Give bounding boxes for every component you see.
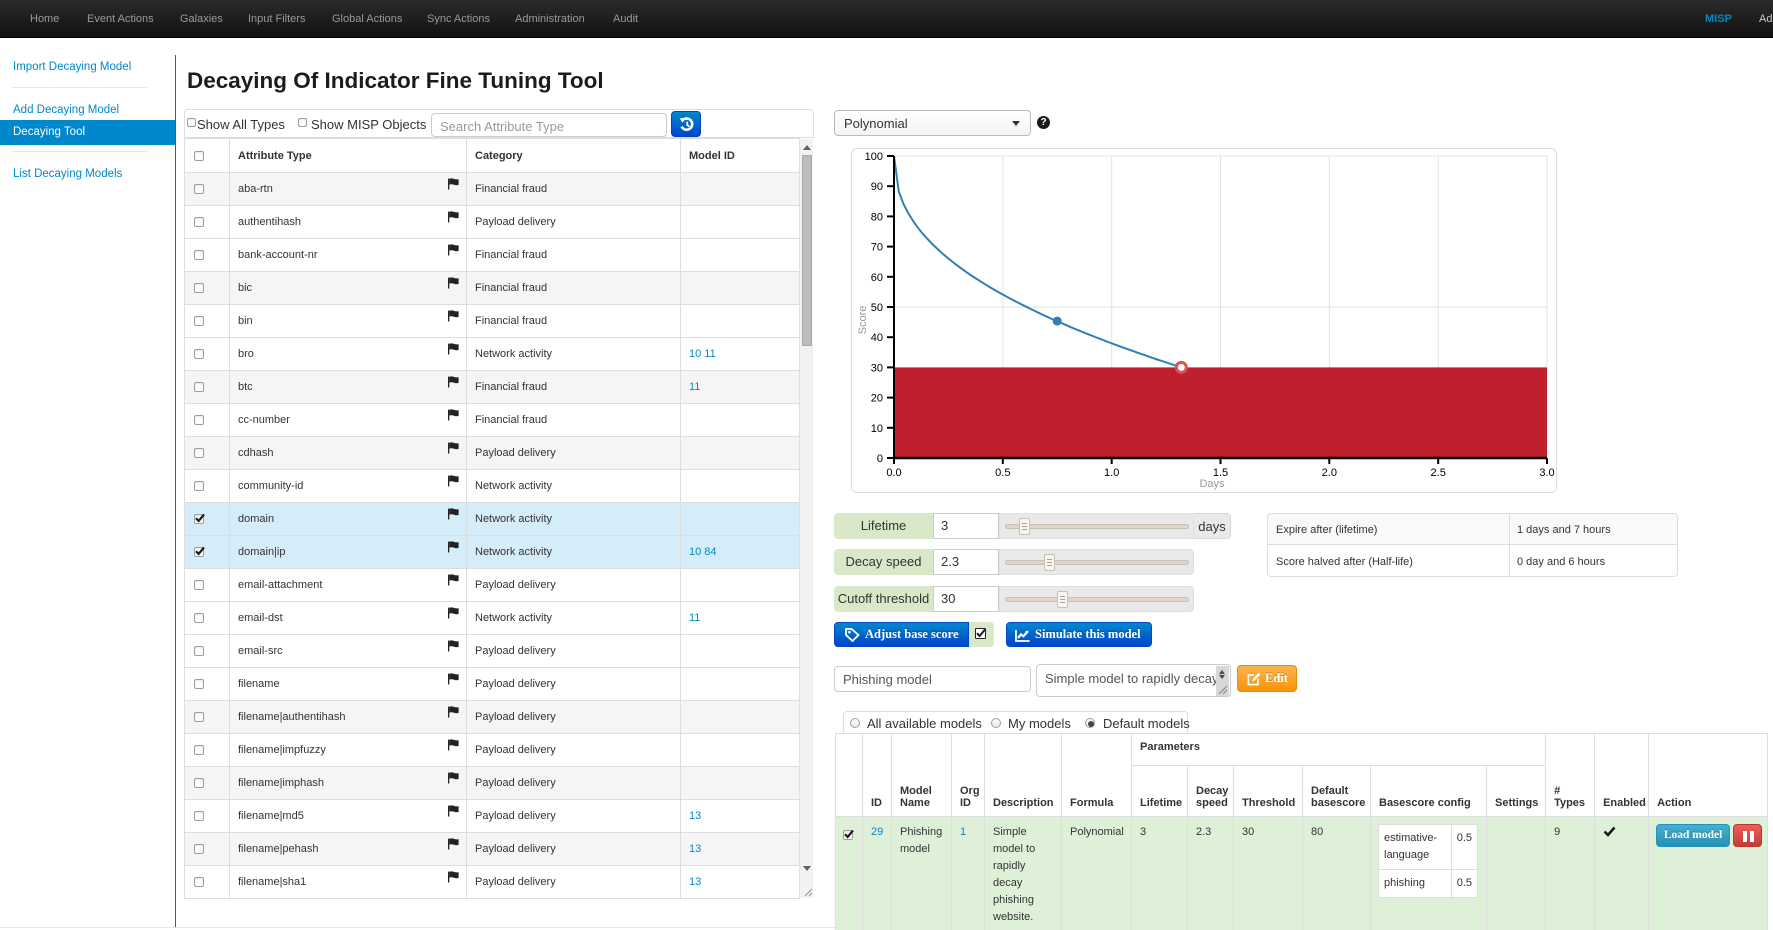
svg-text:70: 70 — [871, 242, 883, 254]
svg-text:3.0: 3.0 — [1539, 467, 1554, 479]
svg-text:Score: Score — [857, 306, 869, 335]
svg-text:10: 10 — [871, 423, 883, 435]
svg-text:30: 30 — [871, 362, 883, 374]
svg-text:20: 20 — [871, 393, 883, 405]
svg-text:50: 50 — [871, 302, 883, 314]
svg-text:60: 60 — [871, 272, 883, 284]
svg-text:0.0: 0.0 — [886, 467, 901, 479]
svg-text:40: 40 — [871, 332, 883, 344]
svg-text:0.5: 0.5 — [995, 467, 1010, 479]
svg-text:90: 90 — [871, 181, 883, 193]
svg-text:2.5: 2.5 — [1431, 467, 1446, 479]
svg-text:0: 0 — [877, 453, 883, 465]
svg-text:1.0: 1.0 — [1104, 467, 1119, 479]
svg-text:80: 80 — [871, 211, 883, 223]
svg-text:100: 100 — [865, 151, 883, 163]
svg-text:2.0: 2.0 — [1322, 467, 1337, 479]
svg-text:Days: Days — [1199, 478, 1225, 490]
